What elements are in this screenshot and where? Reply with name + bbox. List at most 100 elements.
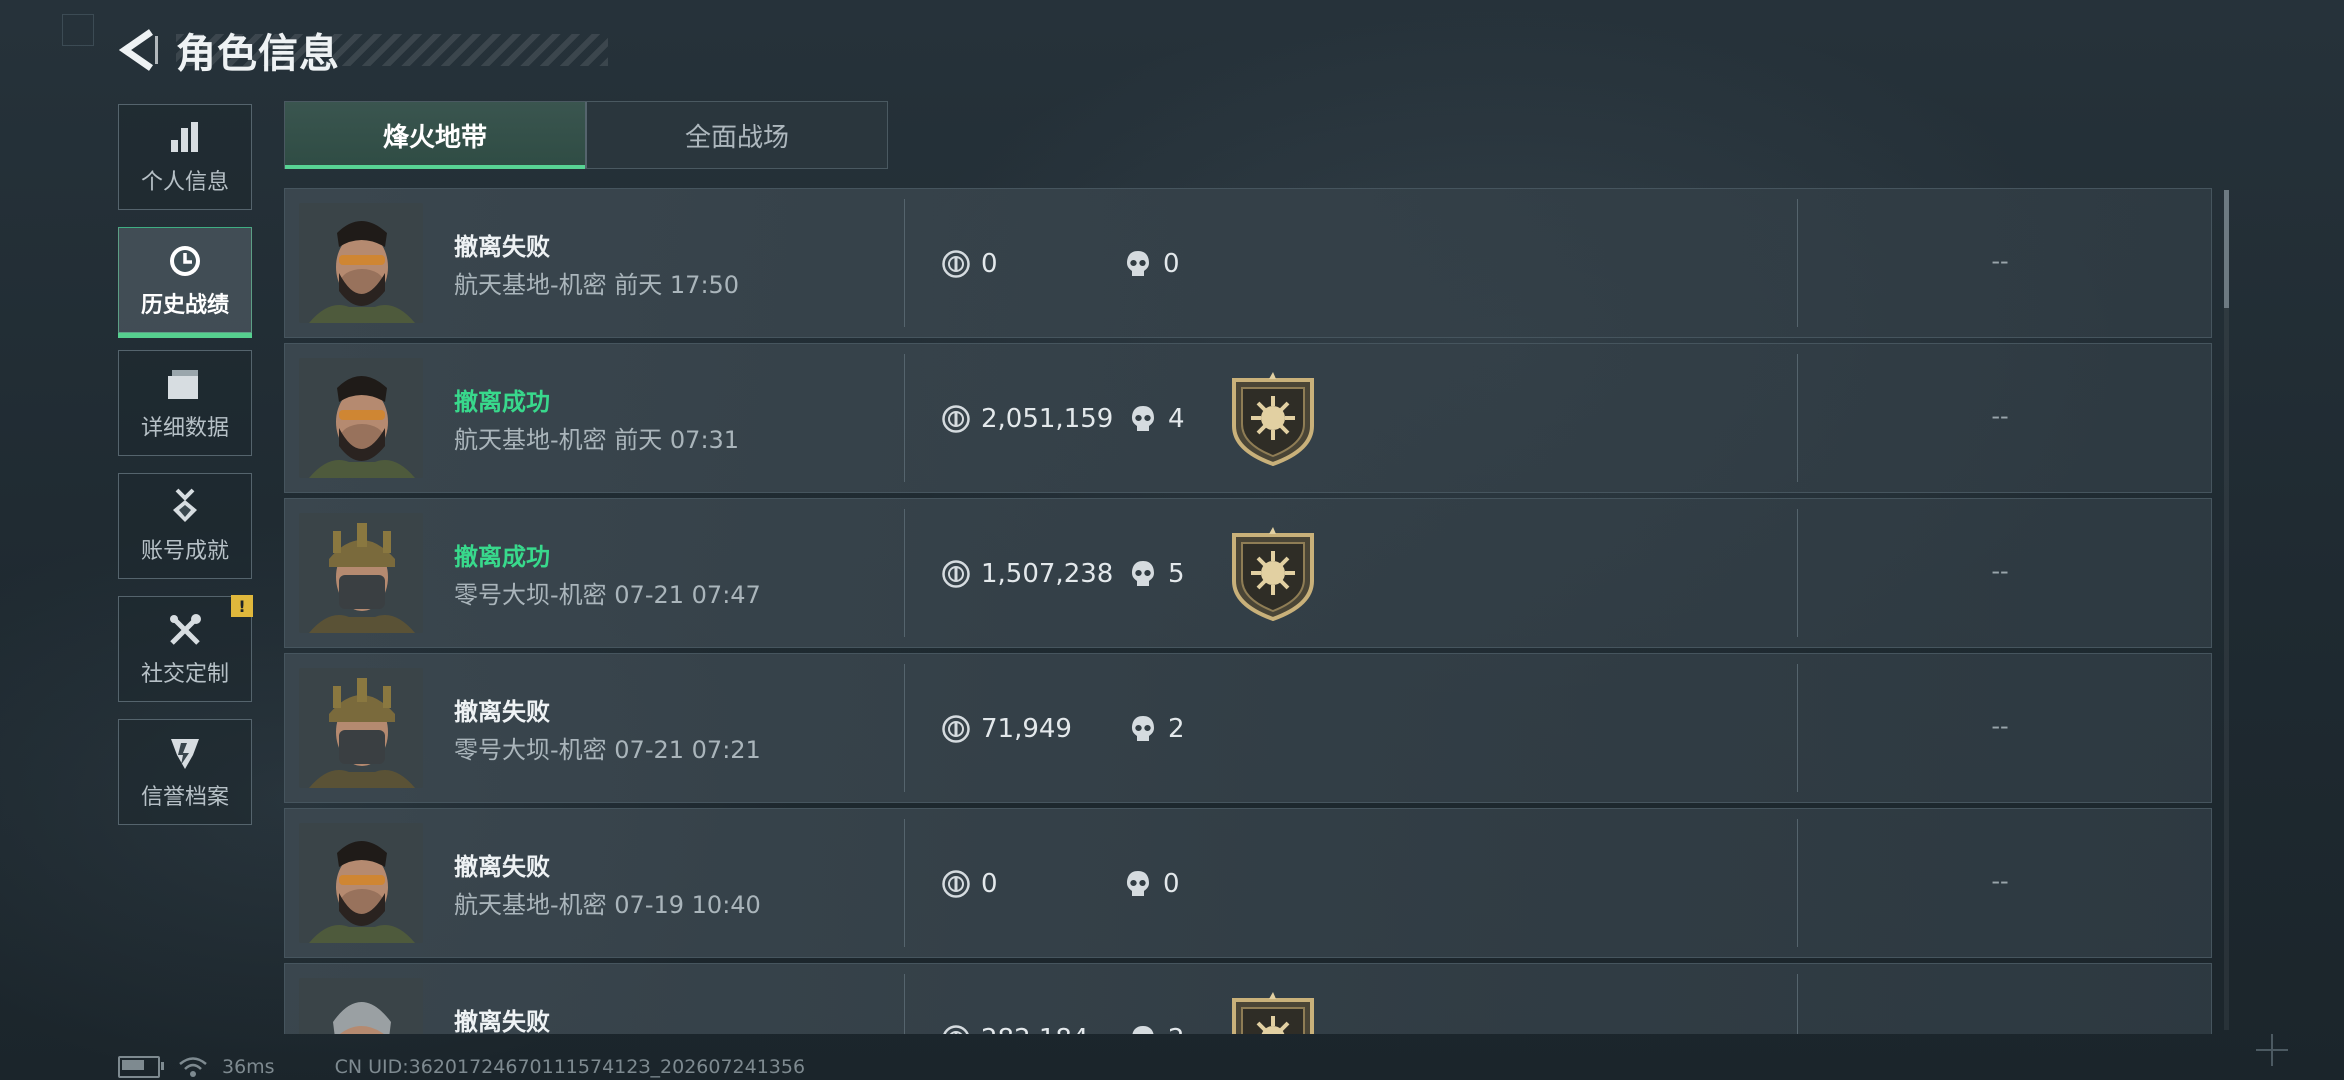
mode-tabs: 烽火地带 全面战场 <box>284 101 888 169</box>
back-button[interactable] <box>118 22 160 78</box>
row-divider <box>904 509 905 637</box>
sidebar-item-reputation[interactable]: 信誉档案 <box>118 719 252 825</box>
map-and-time: 航天基地-机密 前天 07:31 <box>454 426 740 454</box>
extraction-status: 撤离失败 <box>454 1008 550 1034</box>
wifi-icon <box>179 1057 207 1077</box>
row-divider <box>904 354 905 482</box>
row-extra-value: -- <box>1991 402 2009 430</box>
operator-portrait <box>299 203 423 323</box>
sidebar-item-label: 个人信息 <box>140 170 229 195</box>
coin-value-icon <box>941 869 971 899</box>
row-divider <box>1797 974 1798 1034</box>
skull-kills-icon <box>1130 1024 1156 1034</box>
scrollbar[interactable] <box>2224 190 2229 1030</box>
loot-value: 282,184 <box>981 1024 1089 1034</box>
row-divider <box>904 664 905 792</box>
scrollbar-thumb[interactable] <box>2224 190 2229 308</box>
row-extra-value: -- <box>1991 557 2009 585</box>
extraction-status: 撤离成功 <box>454 543 550 571</box>
kill-count: 4 <box>1168 404 1185 434</box>
rating-medal-icon <box>1228 527 1318 622</box>
row-divider <box>1797 819 1798 947</box>
operator-portrait <box>299 978 423 1034</box>
row-divider <box>904 199 905 327</box>
extraction-status: 撤离失败 <box>454 698 550 726</box>
sidebar-item-personal-info[interactable]: 个人信息 <box>118 104 252 210</box>
corner-plus-decoration <box>2256 1034 2288 1066</box>
sidebar-item-label: 信誉档案 <box>140 785 229 810</box>
operator-portrait <box>299 358 423 478</box>
battery-icon <box>118 1056 164 1078</box>
back-arrow-icon <box>119 29 158 71</box>
row-extra-value: -- <box>1991 712 2009 740</box>
loot-value: 0 <box>981 869 998 899</box>
row-divider <box>1797 199 1798 327</box>
kill-count: 0 <box>1163 869 1180 899</box>
coin-value-icon <box>941 1024 971 1034</box>
coin-value-icon <box>941 404 971 434</box>
match-row[interactable]: 撤离失败 282,184 2 -- <box>284 963 2212 1034</box>
rating-medal-icon <box>1228 992 1318 1034</box>
row-divider <box>904 819 905 947</box>
sidebar: 个人信息 历史战绩 详细数据 账号成就 社交定制 ! 信誉档案 <box>118 104 254 842</box>
sidebar-item-label: 账号成就 <box>140 539 229 564</box>
uid-text: CN UID:3620172467011157412З_202607241356 <box>334 1056 806 1078</box>
sidebar-item-label: 社交定制 <box>140 662 229 687</box>
coin-value-icon <box>941 249 971 279</box>
clock-history-icon <box>165 241 205 281</box>
sidebar-item-social-customization[interactable]: 社交定制 ! <box>118 595 253 702</box>
kill-count: 0 <box>1163 249 1180 279</box>
match-row[interactable]: 撤离成功航天基地-机密 前天 07:31 2,051,159 4 -- <box>284 343 2212 493</box>
loot-value: 0 <box>981 249 998 279</box>
tab-full-battlefield[interactable]: 全面战场 <box>587 102 887 168</box>
loot-value: 71,949 <box>981 714 1072 744</box>
tab-warzone-extraction[interactable]: 烽火地带 <box>285 102 585 169</box>
row-divider <box>1797 664 1798 792</box>
loot-value: 2,051,159 <box>981 404 1114 434</box>
status-bar: 36ms CN UID:3620172467011157412З_2026072… <box>118 1054 805 1080</box>
operator-portrait <box>299 823 423 943</box>
kill-count: 2 <box>1168 714 1185 744</box>
page-title: 角色信息 <box>176 31 340 77</box>
rating-medal-icon <box>1228 372 1318 467</box>
map-and-time: 航天基地-机密 前天 17:50 <box>454 271 740 299</box>
skull-kills-icon <box>1125 869 1151 899</box>
folder-stack-icon <box>165 364 205 404</box>
row-extra-value: -- <box>1955 1022 2045 1034</box>
match-history-list[interactable]: 撤离失败 航天基地-机密 前天 17:50 0 0 -- 撤离成功 航天基地-机密 前天 0… <box>284 188 2212 1034</box>
row-divider <box>1797 509 1798 637</box>
skull-kills-icon <box>1125 249 1151 279</box>
extraction-status: 撤离失败 <box>454 233 550 261</box>
sidebar-item-match-history[interactable]: 历史战绩 <box>118 227 252 338</box>
skull-kills-icon <box>1130 404 1156 434</box>
bar-chart-icon <box>165 118 205 158</box>
operator-portrait <box>299 513 423 633</box>
row-divider <box>1797 354 1798 482</box>
achievement-medal-icon <box>165 487 205 527</box>
match-row[interactable]: 撤离失败零号大坝-机密 07-21 07:21 71,949 2 -- <box>284 653 2212 803</box>
extraction-status: 撤离失败 <box>454 853 550 881</box>
kill-count: 5 <box>1168 559 1185 589</box>
row-extra-value: -- <box>1991 867 2009 895</box>
sidebar-item-detailed-data[interactable]: 详细数据 <box>118 350 252 456</box>
operator-portrait <box>299 668 423 788</box>
match-row[interactable]: 撤离失败航天基地-机密 07-19 10:40 0 0 -- <box>284 808 2212 958</box>
sidebar-item-label: 详细数据 <box>140 416 229 441</box>
sidebar-item-label: 历史战绩 <box>140 293 229 318</box>
tools-icon <box>165 610 205 650</box>
loot-value: 1,507,238 <box>981 559 1114 589</box>
skull-kills-icon <box>1130 714 1156 744</box>
sidebar-item-achievements[interactable]: 账号成就 <box>118 473 252 579</box>
coin-value-icon <box>941 559 971 589</box>
match-row[interactable]: 撤离成功零号大坝-机密 07-21 07:47 1,507,238 5 -- <box>284 498 2212 648</box>
row-extra-value: -- <box>1991 247 2009 275</box>
map-and-time: 零号大坝-机密 07-21 07:21 <box>454 736 761 764</box>
map-and-time: 零号大坝-机密 07-21 07:47 <box>454 581 761 609</box>
notification-badge: ! <box>231 595 253 617</box>
map-and-time: 航天基地-机密 07-19 10:40 <box>454 891 761 919</box>
reputation-emblem-icon <box>165 733 205 773</box>
row-divider <box>904 974 905 1034</box>
coin-value-icon <box>941 714 971 744</box>
match-row[interactable]: 撤离失败航天基地-机密 前天 17:50 0 0 -- <box>284 188 2212 338</box>
extraction-status: 撤离成功 <box>454 388 550 416</box>
